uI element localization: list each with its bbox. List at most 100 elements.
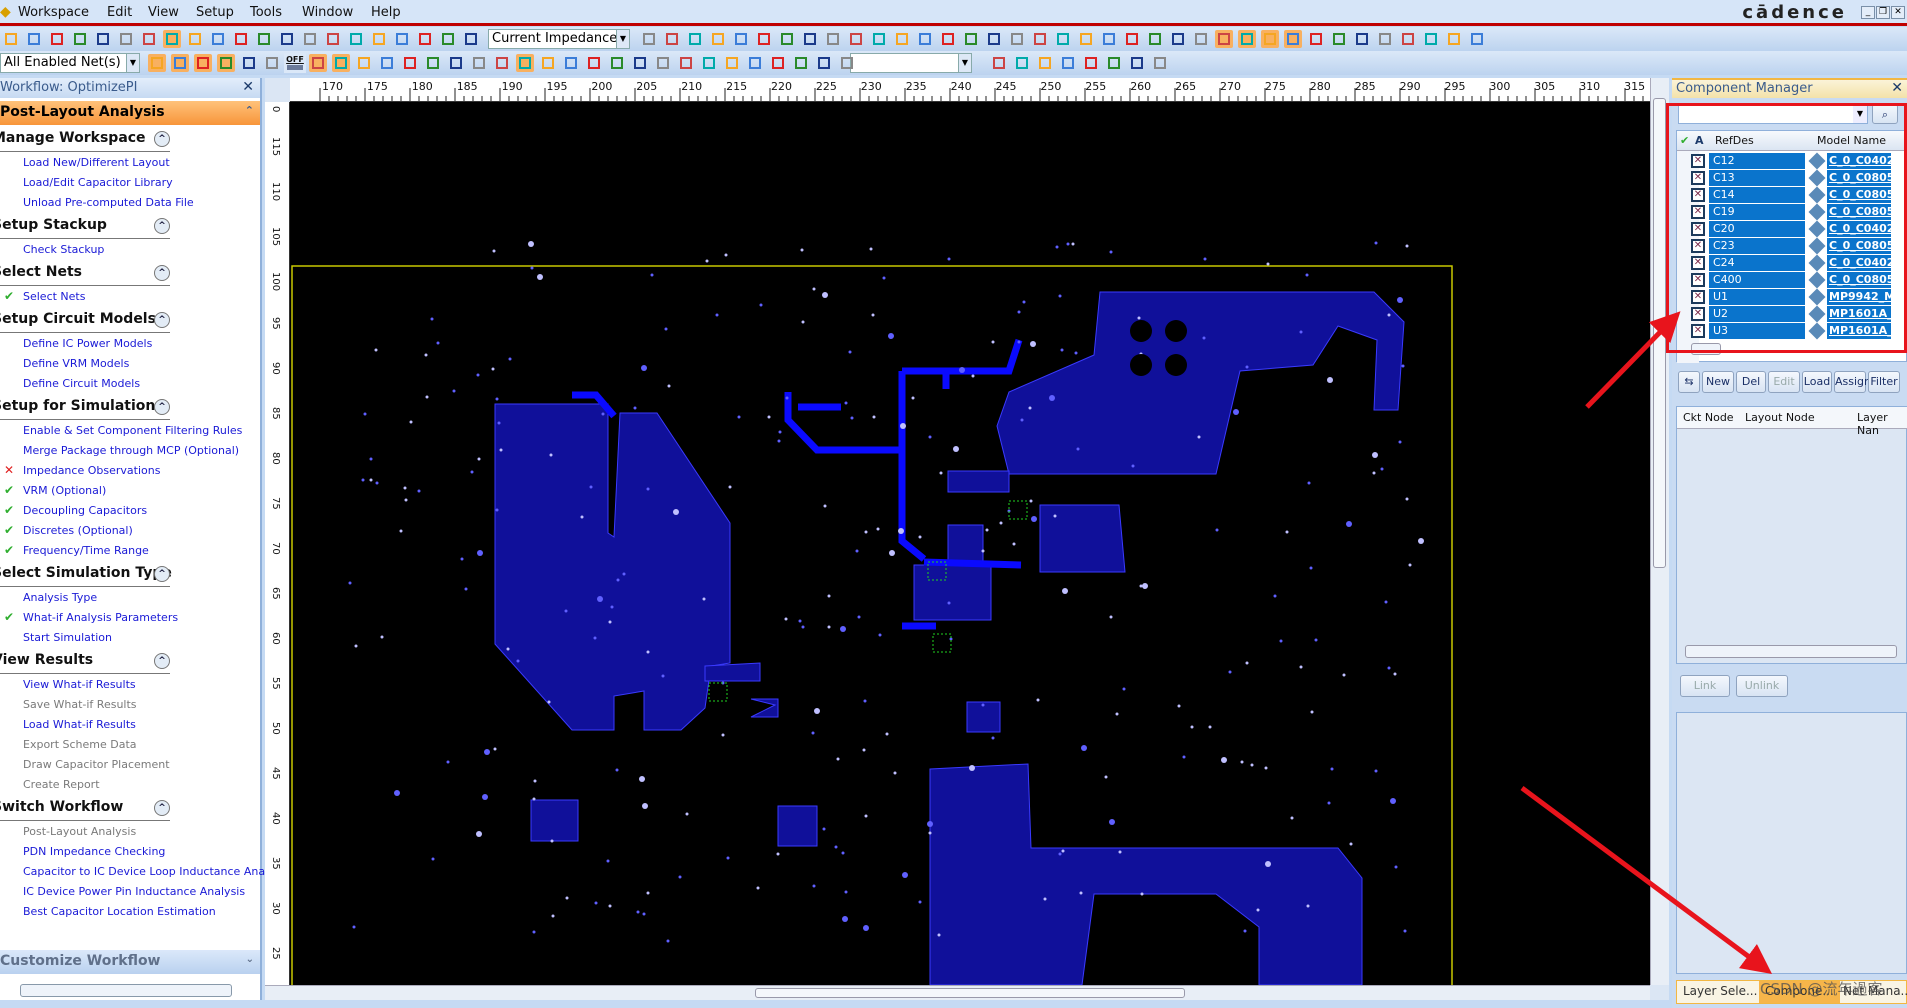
- node-column-header[interactable]: Ckt Node: [1683, 411, 1734, 424]
- workflow-step[interactable]: Analysis Type: [0, 587, 260, 607]
- workflow-group[interactable]: Manage Workspace ^: [0, 125, 170, 152]
- toolbar-icon[interactable]: [870, 30, 888, 48]
- toolbar-icon[interactable]: [301, 30, 319, 48]
- btn-filter[interactable]: Filter: [1868, 371, 1900, 393]
- toolbar-icon[interactable]: [2, 30, 20, 48]
- workflow-step[interactable]: ✔ VRM (Optional): [0, 480, 260, 500]
- toolbar-icon[interactable]: [732, 30, 750, 48]
- workflow-step[interactable]: Save What-if Results: [0, 694, 260, 714]
- toolbar-icon[interactable]: [1036, 54, 1054, 72]
- workflow-step[interactable]: Load/Edit Capacitor Library: [0, 172, 260, 192]
- toolbar-icon[interactable]: [631, 54, 649, 72]
- toolbar-icon[interactable]: [370, 30, 388, 48]
- workflow-step[interactable]: PDN Impedance Checking: [0, 841, 260, 861]
- toolbar-icon[interactable]: [447, 54, 465, 72]
- collapse-icon[interactable]: ^: [154, 399, 170, 415]
- toolbar-icon[interactable]: [25, 30, 43, 48]
- toolbar-icon[interactable]: [962, 30, 980, 48]
- toolbar-icon[interactable]: [824, 30, 842, 48]
- workflow-step[interactable]: ✕ Impedance Observations: [0, 460, 260, 480]
- menu-edit[interactable]: Edit: [107, 5, 132, 20]
- workflow-group[interactable]: View Results ^: [0, 647, 170, 674]
- menu-window[interactable]: Window: [302, 5, 353, 20]
- workflow-step[interactable]: Define IC Power Models: [0, 333, 260, 353]
- customize-workflow-section[interactable]: Customize Workflow ⌄: [0, 950, 260, 974]
- workflow-step[interactable]: Best Capacitor Location Estimation: [0, 901, 260, 921]
- toolbar-icon[interactable]: [1008, 30, 1026, 48]
- toolbar-icon[interactable]: [1261, 30, 1279, 48]
- toolbar-empty-combo[interactable]: ▼: [850, 53, 972, 73]
- toolbar-icon[interactable]: [815, 54, 833, 72]
- toolbar-icon[interactable]: [939, 30, 957, 48]
- hscroll-thumb[interactable]: [755, 988, 1185, 998]
- toolbar-icon[interactable]: [186, 30, 204, 48]
- toolbar-icon[interactable]: [48, 30, 66, 48]
- minimize-button[interactable]: _: [1861, 6, 1875, 19]
- canvas-hscrollbar[interactable]: [265, 985, 1650, 1000]
- toolbar-icon[interactable]: [71, 30, 89, 48]
- toolbar-icon[interactable]: [723, 54, 741, 72]
- toolbar-icon[interactable]: [140, 30, 158, 48]
- workflow-group[interactable]: Select Nets ^: [0, 259, 170, 286]
- workflow-step[interactable]: ✔ Frequency/Time Range: [0, 540, 260, 560]
- toolbar-icon[interactable]: [439, 30, 457, 48]
- node-column-header[interactable]: Layout Node: [1745, 411, 1815, 424]
- toolbar-icon[interactable]: [746, 54, 764, 72]
- collapse-icon[interactable]: ⌃: [245, 104, 254, 117]
- toolbar-icon[interactable]: [232, 30, 250, 48]
- close-icon[interactable]: ✕: [1891, 80, 1903, 96]
- panel-tab[interactable]: Layer Sele...: [1677, 981, 1763, 1003]
- btn-assign[interactable]: Assign: [1834, 371, 1871, 393]
- workflow-step[interactable]: Create Report: [0, 774, 260, 794]
- close-icon[interactable]: ✕: [242, 79, 254, 95]
- toolbar-icon[interactable]: [1123, 30, 1141, 48]
- workflow-step[interactable]: Merge Package through MCP (Optional): [0, 440, 260, 460]
- workflow-step[interactable]: ✔ Select Nets: [0, 286, 260, 306]
- menu-setup[interactable]: Setup: [196, 5, 234, 20]
- toolbar-icon[interactable]: [493, 54, 511, 72]
- toolbar-icon[interactable]: [778, 30, 796, 48]
- toolbar-icon[interactable]: [608, 54, 626, 72]
- collapse-icon[interactable]: ^: [154, 131, 170, 147]
- swap-button[interactable]: ⇆: [1678, 371, 1700, 393]
- btn-unlink[interactable]: Unlink: [1736, 675, 1788, 697]
- menu-help[interactable]: Help: [371, 5, 401, 20]
- toolbar-icon[interactable]: [1399, 30, 1417, 48]
- toolbar-icon[interactable]: [755, 30, 773, 48]
- close-window-button[interactable]: ✕: [1891, 6, 1905, 19]
- workflow-step[interactable]: Post-Layout Analysis: [0, 821, 260, 841]
- toolbar-icon[interactable]: [640, 30, 658, 48]
- toolbar-icon[interactable]: [1353, 30, 1371, 48]
- impedance-combo[interactable]: Current Impedance F ▼: [488, 29, 630, 49]
- toolbar-icon[interactable]: [194, 54, 212, 72]
- workflow-step[interactable]: Define VRM Models: [0, 353, 260, 373]
- workflow-step[interactable]: Load What-if Results: [0, 714, 260, 734]
- toolbar-icon[interactable]: [801, 30, 819, 48]
- workflow-step[interactable]: Check Stackup: [0, 239, 260, 259]
- workflow-step[interactable]: Unload Pre-computed Data File: [0, 192, 260, 212]
- toolbar-icon[interactable]: [539, 54, 557, 72]
- chevron-down-icon[interactable]: ▼: [616, 30, 629, 48]
- toolbar-icon[interactable]: [1013, 54, 1031, 72]
- toolbar-icon[interactable]: [1330, 30, 1348, 48]
- btn-del[interactable]: Del: [1736, 371, 1766, 393]
- collapse-icon[interactable]: ^: [154, 800, 170, 816]
- toolbar-icon[interactable]: [1376, 30, 1394, 48]
- vscroll-thumb[interactable]: [1653, 98, 1666, 568]
- toolbar-icon[interactable]: [847, 30, 865, 48]
- workflow-step[interactable]: Define Circuit Models: [0, 373, 260, 393]
- toolbar-icon[interactable]: [1100, 30, 1118, 48]
- toolbar-icon[interactable]: [309, 54, 327, 72]
- toolbar-icon[interactable]: [677, 54, 695, 72]
- toolbar-icon[interactable]: [1054, 30, 1072, 48]
- toolbar-icon[interactable]: [171, 54, 189, 72]
- toolbar-icon[interactable]: [1077, 30, 1095, 48]
- toolbar-icon[interactable]: [332, 54, 350, 72]
- collapse-icon[interactable]: ^: [154, 218, 170, 234]
- node-column-header[interactable]: Layer Nan: [1857, 411, 1907, 437]
- collapse-icon[interactable]: ^: [154, 312, 170, 328]
- toolbar-icon[interactable]: [1151, 54, 1169, 72]
- toolbar-icon[interactable]: [1031, 30, 1049, 48]
- toolbar-icon[interactable]: [1146, 30, 1164, 48]
- workflow-step[interactable]: ✔ What-if Analysis Parameters: [0, 607, 260, 627]
